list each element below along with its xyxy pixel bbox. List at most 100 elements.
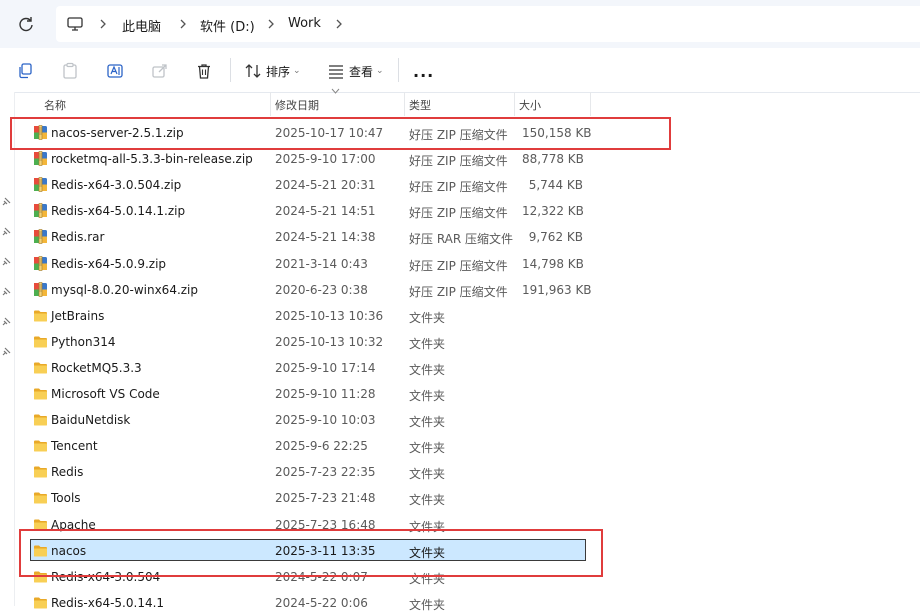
- highlight-box: [10, 117, 671, 150]
- file-name[interactable]: RocketMQ5.3.3: [51, 361, 142, 375]
- file-name[interactable]: Redis: [51, 465, 83, 479]
- pin-icon[interactable]: [0, 196, 12, 208]
- file-name[interactable]: Redis-x64-5.0.14.1: [51, 596, 164, 610]
- chevron-right-icon[interactable]: [98, 18, 108, 30]
- file-row[interactable]: BaiduNetdisk 2025-9-10 10:03 文件夹: [14, 407, 920, 433]
- file-row[interactable]: Python314 2025-10-13 10:32 文件夹: [14, 329, 920, 355]
- more-options-button[interactable]: ...: [413, 60, 434, 82]
- file-type: 文件夹: [409, 336, 446, 351]
- file-type: 好压 ZIP 压缩文件: [409, 206, 508, 221]
- file-name[interactable]: Tencent: [51, 439, 98, 453]
- file-row[interactable]: RocketMQ5.3.3 2025-9-10 17:14 文件夹: [14, 355, 920, 381]
- folder-icon: [34, 440, 47, 452]
- file-name[interactable]: Tools: [51, 491, 81, 505]
- folder-icon: [34, 310, 47, 322]
- breadcrumb-this-pc[interactable]: 此电脑: [122, 16, 161, 35]
- file-name[interactable]: Redis.rar: [51, 230, 104, 244]
- file-row[interactable]: Redis-x64-5.0.14.1 2024-5-22 0:06 文件夹: [14, 590, 920, 616]
- breadcrumb-drive-d[interactable]: 软件 (D:): [200, 16, 255, 35]
- file-type: 文件夹: [409, 493, 446, 508]
- archive-icon: [34, 203, 47, 219]
- paste-icon: [63, 62, 77, 79]
- file-date: 2024-5-21 14:51: [275, 204, 376, 219]
- file-row[interactable]: mysql-8.0.20-winx64.zip 2020-6-23 0:38 好压 …: [14, 277, 920, 303]
- file-size: 9,762 KB: [528, 230, 583, 245]
- sort-button[interactable]: 排序 ⌄: [244, 60, 301, 82]
- archive-icon: [34, 281, 47, 297]
- copy-icon: [19, 63, 32, 79]
- file-name[interactable]: Redis-x64-5.0.14.1.zip: [51, 204, 185, 218]
- file-date: 2024-5-21 20:31: [275, 178, 376, 193]
- file-name[interactable]: Microsoft VS Code: [51, 387, 160, 401]
- file-size: 5,744 KB: [528, 178, 583, 193]
- file-type: 文件夹: [409, 415, 446, 430]
- pin-icon[interactable]: [0, 226, 12, 238]
- paste-button[interactable]: [61, 60, 79, 82]
- breadcrumb[interactable]: 此电脑 软件 (D:) Work: [56, 6, 920, 42]
- column-header-size[interactable]: 大小: [519, 97, 541, 113]
- column-header-date[interactable]: 修改日期: [275, 97, 319, 113]
- view-label: 查看: [349, 64, 374, 79]
- file-date: 2025-7-23 22:35: [275, 465, 376, 480]
- address-bar: 此电脑 软件 (D:) Work: [0, 0, 920, 49]
- file-date: 2025-9-10 11:28: [275, 387, 376, 401]
- file-type: 好压 ZIP 压缩文件: [409, 258, 508, 273]
- column-divider[interactable]: [270, 92, 271, 116]
- file-name[interactable]: Redis-x64-5.0.9.zip: [51, 257, 166, 271]
- file-row[interactable]: Tencent 2025-9-6 22:25 文件夹: [14, 433, 920, 459]
- file-name[interactable]: mysql-8.0.20-winx64.zip: [51, 283, 198, 297]
- pin-icon[interactable]: [0, 316, 12, 328]
- file-row[interactable]: JetBrains 2025-10-13 10:36 文件夹: [14, 303, 920, 329]
- column-header-name[interactable]: 名称: [44, 97, 66, 113]
- file-type: 文件夹: [409, 310, 446, 325]
- delete-button[interactable]: [195, 60, 213, 82]
- chevron-right-icon[interactable]: [334, 18, 344, 30]
- archive-icon: [34, 255, 47, 271]
- pin-icon[interactable]: [0, 286, 12, 298]
- file-date: 2024-5-21 14:38: [275, 230, 376, 245]
- file-name[interactable]: rocketmq-all-5.3.3-bin-release.zip: [51, 152, 253, 166]
- chevron-down-icon: ⌄: [293, 66, 301, 76]
- column-divider[interactable]: [514, 92, 515, 116]
- file-type: 好压 ZIP 压缩文件: [409, 180, 508, 195]
- file-date: 2025-9-10 10:03: [275, 413, 376, 428]
- folder-icon: [34, 597, 47, 609]
- command-bar: 排序 ⌄ 查看 ⌄ ...: [0, 48, 920, 93]
- rename-button[interactable]: [106, 60, 124, 82]
- file-type: 好压 ZIP 压缩文件: [409, 284, 508, 299]
- file-row[interactable]: Redis-x64-5.0.9.zip 2021-3-14 0:43 好压 ZIP …: [14, 251, 920, 277]
- file-date: 2025-9-10 17:14: [275, 360, 376, 375]
- pin-icon[interactable]: [0, 256, 12, 268]
- file-row[interactable]: Redis-x64-3.0.504.zip 2024-5-21 20:31 好压 Z…: [14, 172, 920, 198]
- refresh-icon[interactable]: [16, 14, 36, 34]
- file-date: 2025-7-23 21:48: [275, 491, 376, 506]
- view-icon: [329, 65, 343, 79]
- chevron-right-icon[interactable]: [266, 18, 276, 30]
- file-row[interactable]: Redis.rar 2024-5-21 14:38 好压 RAR 压缩文件 9,762…: [14, 224, 920, 250]
- file-row[interactable]: Microsoft VS Code 2025-9-10 11:28 文件夹: [14, 381, 920, 407]
- view-button[interactable]: 查看 ⌄: [327, 60, 384, 82]
- share-button[interactable]: [151, 60, 169, 82]
- sort-icon: [245, 64, 261, 78]
- file-size: 14,798 KB: [522, 256, 584, 271]
- file-name[interactable]: JetBrains: [51, 309, 104, 323]
- file-row[interactable]: Redis 2025-7-23 22:35 文件夹: [14, 459, 920, 485]
- file-name[interactable]: BaiduNetdisk: [51, 413, 130, 427]
- copy-button[interactable]: [16, 60, 34, 82]
- file-row[interactable]: Redis-x64-5.0.14.1.zip 2024-5-21 14:51 好压 …: [14, 198, 920, 224]
- column-divider[interactable]: [404, 92, 405, 116]
- column-divider[interactable]: [590, 92, 591, 116]
- chevron-right-icon[interactable]: [178, 18, 188, 30]
- breadcrumb-work[interactable]: Work: [288, 16, 321, 31]
- file-size: 88,778 KB: [522, 152, 584, 167]
- file-name[interactable]: Redis-x64-3.0.504.zip: [51, 178, 181, 192]
- file-name[interactable]: Python314: [51, 335, 116, 349]
- column-header-type[interactable]: 类型: [409, 97, 431, 113]
- file-date: 2025-9-10 17:00: [275, 152, 376, 167]
- rename-icon: [107, 64, 123, 78]
- archive-icon: [34, 151, 47, 166]
- file-type: 文件夹: [409, 467, 446, 482]
- computer-icon[interactable]: [66, 15, 84, 33]
- pin-icon[interactable]: [0, 346, 12, 358]
- file-row[interactable]: Tools 2025-7-23 21:48 文件夹: [14, 485, 920, 511]
